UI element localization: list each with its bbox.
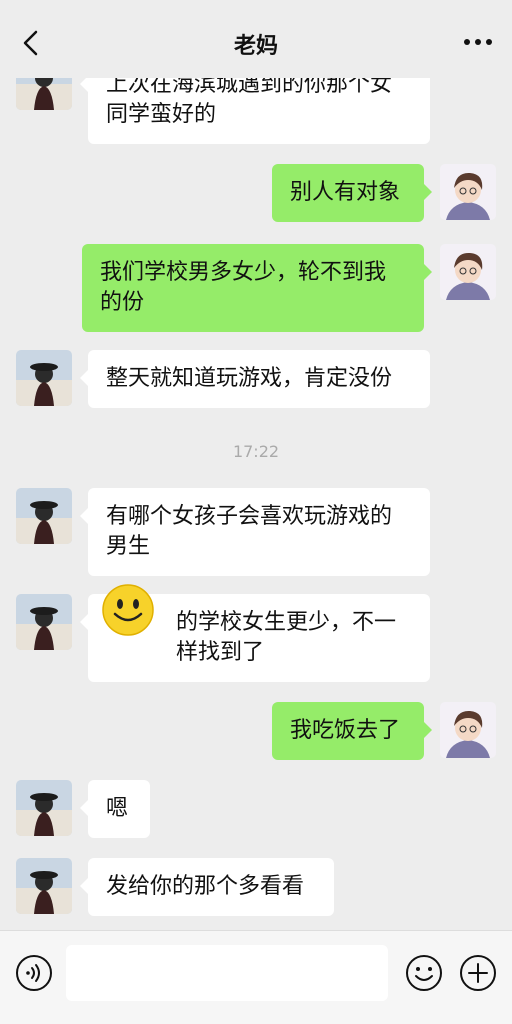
emoji-button[interactable] — [404, 953, 444, 993]
message-bubble[interactable]: 发给你的那个多看看 — [80, 858, 334, 916]
message-bubble[interactable]: 我吃饭去了 — [272, 702, 432, 760]
self-avatar[interactable] — [440, 164, 496, 220]
chat-title: 老妈 — [233, 34, 278, 59]
voice-button[interactable] — [14, 953, 54, 993]
plus-icon — [460, 955, 496, 991]
contact-avatar[interactable] — [16, 350, 72, 406]
message-input[interactable] — [66, 945, 388, 1001]
message-bubble[interactable]: 我们学校男多女少，轮不到我的份 — [82, 244, 432, 332]
more-button[interactable] — [458, 30, 498, 54]
input-bar — [0, 930, 512, 1024]
self-avatar[interactable] — [440, 702, 496, 758]
self-avatar[interactable] — [440, 244, 496, 300]
message-bubble[interactable]: 有哪个女孩子会喜欢玩游戏的男生 — [80, 488, 430, 576]
smiley-sticker-icon — [100, 582, 156, 638]
message-timestamp: 17:22 — [232, 442, 280, 461]
message-bubble[interactable]: 整天就知道玩游戏，肯定没份 — [80, 350, 430, 408]
voice-icon — [16, 955, 52, 991]
chat-header: 老妈 — [0, 0, 512, 78]
more-dots-icon — [464, 39, 492, 45]
plus-button[interactable] — [458, 953, 498, 993]
contact-avatar[interactable] — [16, 780, 72, 836]
chat-area: 上次在海滨城遇到的你那个女同学蛮好的 别人有对象 我们学校男多女少，轮不到我的份… — [0, 0, 512, 930]
contact-avatar[interactable] — [16, 488, 72, 544]
contact-avatar[interactable] — [16, 858, 72, 914]
emoji-icon — [406, 955, 442, 991]
message-bubble[interactable]: 别人有对象 — [272, 164, 432, 222]
message-bubble[interactable]: 嗯 — [80, 780, 150, 838]
contact-avatar[interactable] — [16, 594, 72, 650]
